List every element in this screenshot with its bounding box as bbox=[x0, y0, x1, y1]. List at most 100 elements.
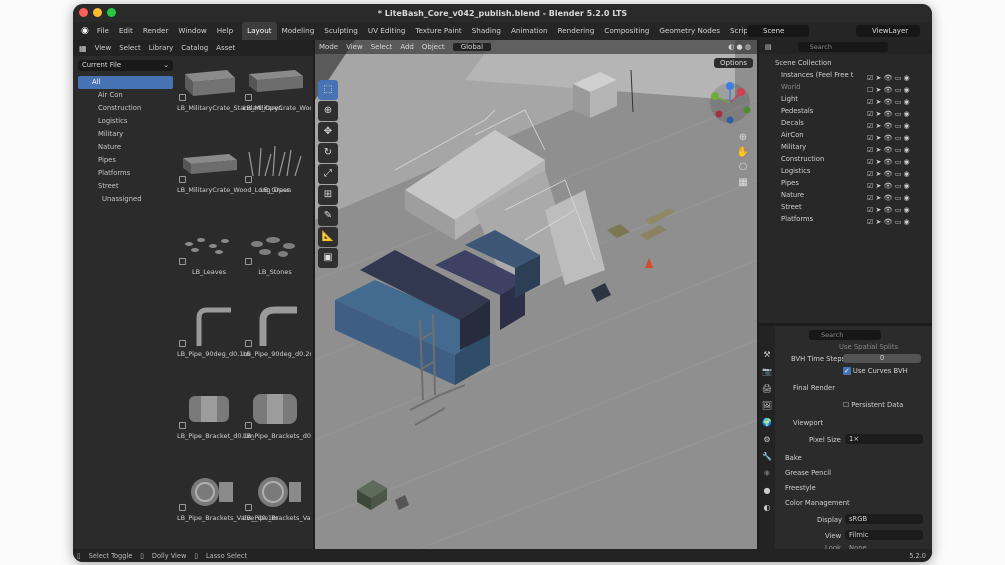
asset-tile[interactable]: LB_Stones bbox=[243, 220, 307, 300]
zoom-icon[interactable]: ⊕ bbox=[735, 132, 751, 143]
catalog-unassigned[interactable]: Unassigned bbox=[78, 193, 173, 206]
grease-pencil-panel[interactable]: Grease Pencil bbox=[785, 469, 831, 477]
freestyle-panel[interactable]: Freestyle bbox=[785, 484, 816, 492]
catalog-all[interactable]: All bbox=[78, 76, 173, 89]
editor-type-icon[interactable]: ▦ bbox=[79, 44, 87, 53]
visibility-icons[interactable]: ☑ ➤ 👁 ▭ ◉ bbox=[867, 168, 929, 180]
asset-tile[interactable]: LB_Leaves bbox=[177, 220, 241, 300]
catalog-nature[interactable]: Nature bbox=[78, 141, 173, 154]
add-cube-icon[interactable]: ▣ bbox=[318, 248, 338, 268]
tab-rendering[interactable]: Rendering bbox=[553, 22, 600, 40]
asset-checkbox[interactable] bbox=[245, 504, 252, 511]
persistent-data-checkbox[interactable]: ☐ Persistent Data bbox=[843, 401, 903, 409]
visibility-icons[interactable]: ☑ ➤ 👁 ▭ ◉ bbox=[867, 96, 929, 108]
rotate-icon[interactable]: ↻ bbox=[318, 143, 338, 163]
mode-dropdown[interactable]: Mode bbox=[319, 43, 338, 51]
viewport-menu-object[interactable]: Object bbox=[422, 43, 445, 51]
visibility-icons[interactable]: ☑ ➤ 👁 ▭ ◉ bbox=[867, 108, 929, 120]
asset-menu-asset[interactable]: Asset bbox=[216, 44, 235, 52]
visibility-icons[interactable]: ☑ ➤ 👁 ▭ ◉ bbox=[867, 132, 929, 144]
zoom-button[interactable] bbox=[107, 8, 116, 17]
asset-checkbox[interactable] bbox=[245, 340, 252, 347]
asset-checkbox[interactable] bbox=[179, 94, 186, 101]
asset-tile[interactable]: LB_Pipe_90deg_d0.2m bbox=[243, 302, 311, 382]
tab-uv-editing[interactable]: UV Editing bbox=[363, 22, 411, 40]
final-render-panel[interactable]: Final Render bbox=[793, 384, 835, 392]
visibility-icons[interactable]: ☑ ➤ 👁 ▭ ◉ bbox=[867, 120, 929, 132]
asset-checkbox[interactable] bbox=[245, 176, 252, 183]
visibility-icons[interactable]: ☑ ➤ 👁 ▭ ◉ bbox=[867, 204, 929, 216]
properties-search[interactable]: Search bbox=[809, 330, 881, 340]
pixel-size-dropdown[interactable]: 1× bbox=[845, 434, 923, 444]
blender-logo-icon[interactable]: ◉ bbox=[78, 26, 92, 36]
asset-checkbox[interactable] bbox=[245, 94, 252, 101]
catalog-construction[interactable]: Construction bbox=[78, 102, 173, 115]
visibility-icons[interactable]: ☑ ➤ 👁 ▭ ◉ bbox=[867, 72, 929, 84]
asset-menu-catalog[interactable]: Catalog bbox=[181, 44, 208, 52]
asset-checkbox[interactable] bbox=[179, 176, 186, 183]
annotate-icon[interactable]: ✎ bbox=[318, 206, 338, 226]
menu-edit[interactable]: Edit bbox=[114, 22, 138, 40]
view-dropdown[interactable]: Filmic bbox=[845, 530, 923, 540]
visibility-icons[interactable]: ☐ ➤ 👁 ▭ ◉ bbox=[867, 84, 929, 96]
asset-tile[interactable]: LB_MilitaryCrate_Wood_Long_Open bbox=[177, 138, 291, 218]
catalog-military[interactable]: Military bbox=[78, 128, 173, 141]
visibility-icons[interactable]: ☑ ➤ 👁 ▭ ◉ bbox=[867, 156, 929, 168]
catalog-street[interactable]: Street bbox=[78, 180, 173, 193]
minimize-button[interactable] bbox=[93, 8, 102, 17]
tab-sculpting[interactable]: Sculpting bbox=[319, 22, 363, 40]
viewport-panel[interactable]: Viewport bbox=[793, 419, 823, 427]
scale-icon[interactable]: ⤢ bbox=[318, 164, 338, 184]
asset-tile[interactable]: LB_Pipe_Brackets_Valve_d0.2m bbox=[243, 466, 311, 546]
menu-window[interactable]: Window bbox=[173, 22, 211, 40]
asset-checkbox[interactable] bbox=[179, 340, 186, 347]
measure-icon[interactable]: 📐 bbox=[318, 227, 338, 247]
visibility-icons[interactable]: ☑ ➤ 👁 ▭ ◉ bbox=[867, 192, 929, 204]
scene-collection-row[interactable]: Scene Collection bbox=[759, 57, 932, 69]
asset-menu-view[interactable]: View bbox=[95, 44, 112, 52]
visibility-icons[interactable]: ☑ ➤ 👁 ▭ ◉ bbox=[867, 216, 929, 228]
tab-compositing[interactable]: Compositing bbox=[599, 22, 654, 40]
display-dropdown[interactable]: sRGB bbox=[845, 514, 923, 524]
tab-texture-paint[interactable]: Texture Paint bbox=[410, 22, 466, 40]
tab-animation[interactable]: Animation bbox=[506, 22, 553, 40]
transform-icon[interactable]: ⊞ bbox=[318, 185, 338, 205]
asset-checkbox[interactable] bbox=[179, 422, 186, 429]
pan-hand-icon[interactable]: ✋ bbox=[735, 147, 751, 158]
catalog-pipes[interactable]: Pipes bbox=[78, 154, 173, 167]
viewport-menu-select[interactable]: Select bbox=[371, 43, 393, 51]
scene-selector[interactable]: Scene bbox=[747, 25, 809, 37]
tab-modeling[interactable]: Modeling bbox=[277, 22, 320, 40]
color-management-panel[interactable]: Color Management bbox=[785, 499, 850, 507]
menu-render[interactable]: Render bbox=[138, 22, 174, 40]
viewport-menu-view[interactable]: View bbox=[346, 43, 363, 51]
viewport-menu-add[interactable]: Add bbox=[400, 43, 414, 51]
menu-file[interactable]: File bbox=[92, 22, 114, 40]
asset-tile[interactable]: LB_MilitaryCrate_Standart_Open bbox=[177, 56, 282, 136]
3d-viewport[interactable]: Mode View Select Add Object Global ◐ ● ◍… bbox=[315, 40, 757, 550]
camera-icon[interactable]: ⎔ bbox=[735, 162, 751, 173]
asset-menu-library[interactable]: Library bbox=[149, 44, 173, 52]
visibility-icons[interactable]: ☑ ➤ 👁 ▭ ◉ bbox=[867, 180, 929, 192]
viewlayer-selector[interactable]: ViewLayer bbox=[856, 25, 920, 37]
outliner-search[interactable]: Search bbox=[797, 42, 888, 52]
curves-bvh-checkbox[interactable]: ✓ Use Curves BVH bbox=[843, 367, 908, 375]
tab-shading[interactable]: Shading bbox=[467, 22, 506, 40]
shading-icon[interactable]: ◐ ● ◍ bbox=[728, 43, 751, 51]
bake-panel[interactable]: Bake bbox=[785, 454, 802, 462]
move-icon[interactable]: ✥ bbox=[318, 122, 338, 142]
catalog-platforms[interactable]: Platforms bbox=[78, 167, 173, 180]
asset-checkbox[interactable] bbox=[179, 504, 186, 511]
asset-checkbox[interactable] bbox=[245, 422, 252, 429]
library-dropdown[interactable]: Current File ⌄ bbox=[78, 60, 173, 71]
orientation-dropdown[interactable]: Global bbox=[452, 43, 492, 51]
asset-tile[interactable]: LB_Pipe_Brackets_Valve_d0.1m bbox=[177, 466, 278, 546]
visibility-icons[interactable]: ☑ ➤ 👁 ▭ ◉ bbox=[867, 144, 929, 156]
tab-geometry-nodes[interactable]: Geometry Nodes bbox=[654, 22, 725, 40]
catalog-aircon[interactable]: Air Con bbox=[78, 89, 173, 102]
bvh-time-steps-field[interactable]: 0 bbox=[843, 354, 921, 363]
asset-tile[interactable]: LB_Grass bbox=[243, 138, 307, 218]
asset-checkbox[interactable] bbox=[245, 258, 252, 265]
asset-tile[interactable]: LB_MilitaryCrate_Wood_Long bbox=[243, 56, 311, 136]
grid-icon[interactable]: ▦ bbox=[735, 177, 751, 188]
